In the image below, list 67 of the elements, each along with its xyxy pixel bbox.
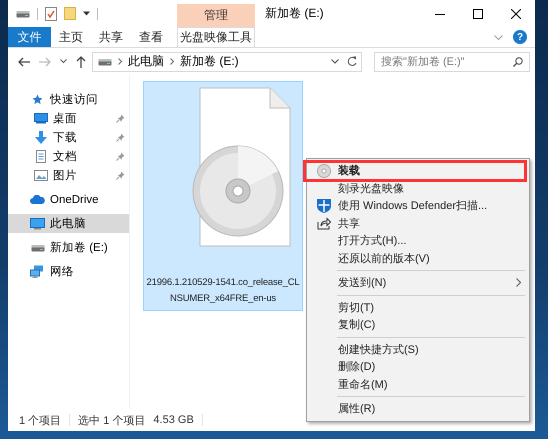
document-icon xyxy=(36,150,46,163)
menu-item[interactable]: 还原以前的版本(V) xyxy=(309,250,527,267)
nav-item[interactable]: 桌面 xyxy=(53,111,111,126)
ribbon-tab[interactable]: 查看 xyxy=(131,27,171,47)
menu-item[interactable]: 装载 xyxy=(305,162,525,180)
breadcrumb[interactable]: 此电脑 xyxy=(128,53,164,70)
maximize-icon[interactable] xyxy=(473,8,483,18)
recent-locations-icon[interactable] xyxy=(60,59,67,64)
file-tab[interactable]: 文件 xyxy=(8,27,51,47)
menu-item[interactable]: 复制(C) xyxy=(309,316,527,334)
breadcrumb[interactable]: 新加卷 (E:) xyxy=(180,53,239,70)
checklist-icon xyxy=(45,6,57,20)
nav-item[interactable]: 图片 xyxy=(53,168,111,183)
quick-access-dropdown-icon[interactable] xyxy=(83,11,90,16)
computer-icon xyxy=(30,218,45,230)
up-arrow-icon[interactable] xyxy=(76,56,86,68)
shield-icon xyxy=(317,198,331,214)
down-arrow-icon xyxy=(34,131,46,144)
disc-icon xyxy=(317,164,331,178)
menu-item[interactable]: 重命名(M) xyxy=(309,376,527,393)
ribbon-tab[interactable]: 主页 xyxy=(51,27,91,47)
search-placeholder: 搜索"新加卷 (E:)" xyxy=(381,54,466,69)
file-item[interactable]: 21996.1.210529-1541.co_release_CL NSUMER_x64FRE_en-us xyxy=(143,81,303,311)
drive-icon xyxy=(98,58,112,66)
search-icon[interactable] xyxy=(513,56,523,66)
menu-item[interactable]: 发送到(N) xyxy=(309,274,527,292)
drive-icon xyxy=(16,10,30,18)
chevron-right-icon xyxy=(170,58,174,65)
nav-item[interactable]: 新加卷 (E:) xyxy=(50,240,129,255)
chevron-right-icon xyxy=(118,58,122,65)
selection-count: 选中 1 个项目 xyxy=(78,414,146,428)
menu-item[interactable]: 打开方式(H)... xyxy=(309,232,527,250)
menu-item[interactable]: 创建快捷方式(S) xyxy=(309,340,527,358)
close-icon[interactable] xyxy=(511,8,521,18)
nav-item[interactable]: 网络 xyxy=(50,264,129,279)
back-arrow-icon[interactable] xyxy=(18,56,30,66)
drive-icon xyxy=(30,244,44,252)
nav-item[interactable]: 此电脑 xyxy=(50,216,129,231)
refresh-icon[interactable] xyxy=(347,56,357,67)
selection-size: 4.53 GB xyxy=(153,414,194,426)
network-icon xyxy=(30,265,45,278)
help-button[interactable]: ? xyxy=(513,30,527,44)
picture-icon xyxy=(34,170,48,181)
cloud-icon xyxy=(30,195,45,204)
address-bar[interactable]: 此电脑 新加卷 (E:) xyxy=(92,52,362,72)
star-icon xyxy=(32,94,43,105)
menu-item[interactable]: 共享 xyxy=(309,214,527,232)
monitor-icon xyxy=(34,113,48,124)
address-dropdown-icon[interactable] xyxy=(331,59,339,64)
search-field[interactable]: 搜索"新加卷 (E:)" xyxy=(374,52,530,72)
item-count: 1 个项目 xyxy=(19,414,62,428)
nav-item[interactable]: 下载 xyxy=(53,130,111,145)
nav-item[interactable]: 文档 xyxy=(53,149,111,164)
folder-icon xyxy=(64,7,76,20)
ribbon-tab[interactable]: 共享 xyxy=(91,27,131,47)
share-icon xyxy=(317,216,331,230)
file-name: 21996.1.210529-1541.co_release_CL NSUMER_x64FRE_en-us xyxy=(146,276,300,306)
menu-item[interactable]: 刻录光盘映像 xyxy=(309,180,527,197)
expand-ribbon-icon[interactable] xyxy=(494,34,503,40)
menu-item[interactable]: 删除(D) xyxy=(309,358,527,376)
window-title: 新加卷 (E:) xyxy=(264,5,324,22)
menu-item[interactable]: 剪切(T) xyxy=(309,298,527,316)
nav-item[interactable]: OneDrive xyxy=(50,194,129,206)
context-tab-group-label: 管理 xyxy=(177,4,255,27)
menu-item[interactable]: 使用 Windows Defender扫描... xyxy=(309,197,527,214)
menu-item[interactable]: 属性(R) xyxy=(309,400,527,418)
nav-item[interactable]: 快速访问 xyxy=(50,92,129,107)
